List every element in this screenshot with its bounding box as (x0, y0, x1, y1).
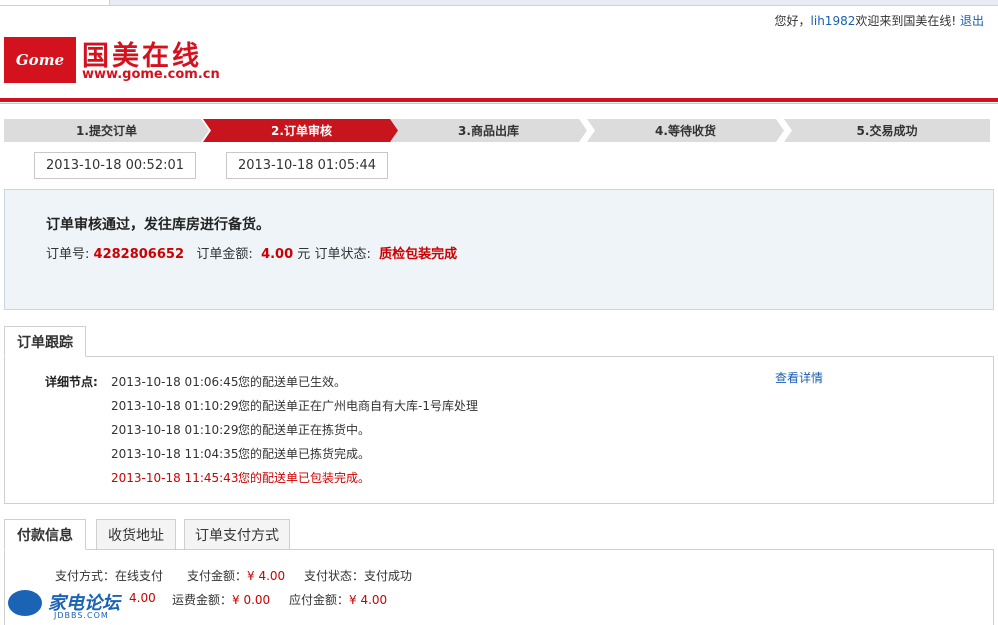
order-number-label: 订单号: (46, 247, 90, 262)
tab-payment-info[interactable]: 付款信息 (4, 519, 86, 550)
step-label: 4.等待收货 (655, 124, 716, 138)
tracking-label: 详细节点: (45, 375, 98, 389)
payment-state: 支付成功 (364, 569, 413, 583)
payment-method: 在线支付 (115, 569, 164, 583)
tracking-row: 2013-10-18 01:10:29您的配送单正在拣货中。 (111, 421, 370, 438)
order-status-label: 订单状态: (314, 247, 371, 262)
step-label: 2.订单审核 (271, 124, 332, 138)
browser-tab-edge (0, 0, 110, 5)
payment-paid-label: 支付金额： (187, 569, 248, 583)
step-submit-order: 1.提交订单 (4, 119, 209, 142)
tab-order-tracking[interactable]: 订单跟踪 (4, 326, 86, 357)
due-amount-label: 应付金额： (289, 593, 350, 607)
order-summary-line: 订单号: 4282806652 订单金额: 4.00 元 订单状态: 质检包装完… (46, 243, 457, 262)
brand-url: www.gome.com.cn (82, 67, 220, 82)
payment-state-item: 支付状态：支付成功 (304, 567, 412, 584)
payment-state-label: 支付状态： (304, 569, 365, 583)
order-amount-label: 订单金额: (196, 247, 253, 262)
step-time-submit: 2013-10-18 00:52:01 (34, 152, 196, 179)
payment-method-label: 支付方式： (55, 569, 116, 583)
welcome-text: 欢迎来到国美在线! (855, 14, 957, 28)
payment-tabbar: 付款信息 收货地址 订单支付方式 (4, 519, 994, 550)
payment-method-item: 支付方式：在线支付 (55, 567, 163, 584)
tracking-time: 2013-10-18 01:06:45 (111, 375, 239, 389)
payment-paid-item: 支付金额：¥ 4.00 (187, 567, 285, 584)
step-trade-success: 5.交易成功 (784, 119, 990, 142)
gome-logo[interactable]: Gome (4, 37, 76, 83)
tab-shipping-address[interactable]: 收货地址 (96, 519, 176, 550)
goods-amount: 4.00 (129, 591, 156, 605)
watermark-logo-icon (6, 588, 44, 618)
tracking-row: 2013-10-18 11:04:35您的配送单已拣货完成。 (111, 445, 370, 462)
shipping-amount-item: 运费金额：¥ 0.00 (172, 591, 270, 608)
order-status: 质检包装完成 (379, 247, 458, 262)
step-await-receipt: 4.等待收货 (587, 119, 784, 142)
order-status-panel: 订单审核通过，发往库房进行备货。 订单号: 4282806652 订单金额: 4… (4, 189, 994, 310)
tracking-text: 您的配送单正在拣货中。 (238, 423, 371, 437)
order-number: 4282806652 (93, 247, 184, 262)
greeting-text: 您好， (774, 14, 811, 28)
order-amount-unit: 元 (297, 247, 311, 262)
logout-link[interactable]: 退出 (960, 14, 984, 28)
view-details-link[interactable]: 查看详情 (775, 369, 823, 386)
order-progress-steps: 1.提交订单 2.订单审核 3.商品出库 4.等待收货 5.交易成功 (4, 119, 990, 142)
step-goods-out: 3.商品出库 (390, 119, 587, 142)
payment-panel: 支付方式：在线支付 支付金额：¥ 4.00 支付状态：支付成功 4.00 运费金… (4, 549, 994, 625)
username-link[interactable]: lih1982 (811, 14, 856, 28)
shipping-amount: ¥ 0.00 (232, 593, 271, 607)
tracking-time: 2013-10-18 01:10:29 (111, 423, 239, 437)
step-time-review: 2013-10-18 01:05:44 (226, 152, 388, 179)
watermark-sub: JDBBS.COM (54, 611, 109, 620)
header-divider (0, 98, 998, 102)
tab-payment-method[interactable]: 订单支付方式 (184, 519, 290, 550)
tracking-row: 2013-10-18 11:45:43您的配送单已包装完成。 (111, 469, 370, 486)
tracking-panel: 详细节点: 查看详情 2013-10-18 01:06:45您的配送单已生效。 … (4, 356, 994, 504)
tracking-text: 您的配送单已拣货完成。 (238, 447, 371, 461)
tracking-tabbar: 订单跟踪 (4, 326, 994, 357)
order-status-message: 订单审核通过，发往库房进行备货。 (46, 217, 270, 233)
due-amount: ¥ 4.00 (349, 593, 388, 607)
welcome-bar: 您好，lih1982欢迎来到国美在线! 退出 (775, 12, 984, 29)
payment-paid: ¥ 4.00 (247, 569, 286, 583)
tracking-text: 您的配送单已生效。 (238, 375, 347, 389)
step-label: 1.提交订单 (76, 124, 137, 138)
forum-watermark: 家电论坛 JDBBS.COM (4, 586, 132, 622)
tracking-time: 2013-10-18 11:04:35 (111, 447, 239, 461)
shipping-amount-label: 运费金额： (172, 593, 233, 607)
tracking-row: 2013-10-18 01:06:45您的配送单已生效。 (111, 373, 346, 390)
goods-amount-item: 4.00 (129, 591, 156, 605)
step-label: 5.交易成功 (856, 124, 918, 138)
tracking-text: 您的配送单正在广州电商自有大库-1号库处理 (238, 399, 478, 413)
order-amount: 4.00 (261, 247, 294, 262)
tracking-text: 您的配送单已包装完成。 (238, 471, 371, 485)
tracking-row: 2013-10-18 01:10:29您的配送单正在广州电商自有大库-1号库处理 (111, 397, 478, 414)
browser-top-strip (0, 0, 998, 6)
step-order-review: 2.订单审核 (203, 119, 400, 142)
due-amount-item: 应付金额：¥ 4.00 (289, 591, 387, 608)
step-label: 3.商品出库 (458, 124, 519, 138)
tracking-time: 2013-10-18 01:10:29 (111, 399, 239, 413)
header-divider-shadow (0, 103, 998, 104)
logo-text: Gome (15, 51, 65, 69)
tracking-time: 2013-10-18 11:45:43 (111, 471, 239, 485)
